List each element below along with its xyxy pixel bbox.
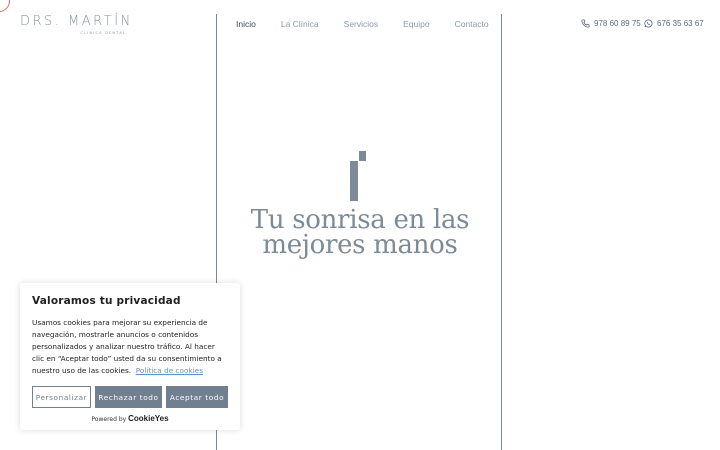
nav-item-la-clinica[interactable]: La Clínica bbox=[281, 19, 319, 29]
whatsapp-link[interactable]: 676 35 63 67 bbox=[644, 19, 704, 28]
brand-name: DRS. MARTÍN bbox=[20, 14, 133, 29]
phone-link[interactable]: 978 60 89 75 bbox=[581, 19, 641, 28]
cookieyes-brand[interactable]: CookieYes bbox=[128, 414, 168, 423]
phone-number: 978 60 89 75 bbox=[594, 19, 641, 28]
main-nav: Inicio La Clínica Servicios Equipo Conta… bbox=[236, 19, 514, 29]
nav-item-equipo[interactable]: Equipo bbox=[403, 19, 429, 29]
cookie-policy-link[interactable]: Política de cookies bbox=[136, 366, 203, 375]
hero-title: Tu sonrisa en las mejores manos bbox=[250, 205, 470, 260]
whatsapp-number: 676 35 63 67 bbox=[657, 19, 704, 28]
cookie-body: Usamos cookies para mejorar su experienc… bbox=[32, 317, 228, 377]
nav-item-inicio[interactable]: Inicio bbox=[236, 19, 256, 29]
cookie-title: Valoramos tu privacidad bbox=[32, 295, 181, 307]
decorative-corner-arc bbox=[0, 0, 10, 12]
customize-button[interactable]: Personalizar bbox=[32, 386, 91, 408]
brand-tagline: CLÍNICA DENTAL bbox=[80, 31, 126, 35]
whatsapp-icon bbox=[644, 19, 653, 28]
reject-all-button[interactable]: Rechazar todo bbox=[95, 386, 162, 408]
nav-item-contacto[interactable]: Contacto bbox=[455, 19, 489, 29]
cookie-buttons: Personalizar Rechazar todo Aceptar todo bbox=[32, 386, 228, 408]
accept-all-button[interactable]: Aceptar todo bbox=[166, 386, 228, 408]
powered-by-label: Powered by bbox=[91, 416, 127, 423]
nav-item-servicios[interactable]: Servicios bbox=[344, 19, 378, 29]
divider-right bbox=[501, 14, 502, 450]
cookie-consent-dialog: Valoramos tu privacidad Usamos cookies p… bbox=[20, 283, 240, 430]
brand-logo[interactable]: DRS. MARTÍN CLÍNICA DENTAL bbox=[20, 14, 130, 38]
powered-by: Powered by CookieYes bbox=[20, 414, 240, 423]
logo-mark-icon bbox=[350, 151, 366, 201]
phone-icon bbox=[581, 19, 590, 28]
